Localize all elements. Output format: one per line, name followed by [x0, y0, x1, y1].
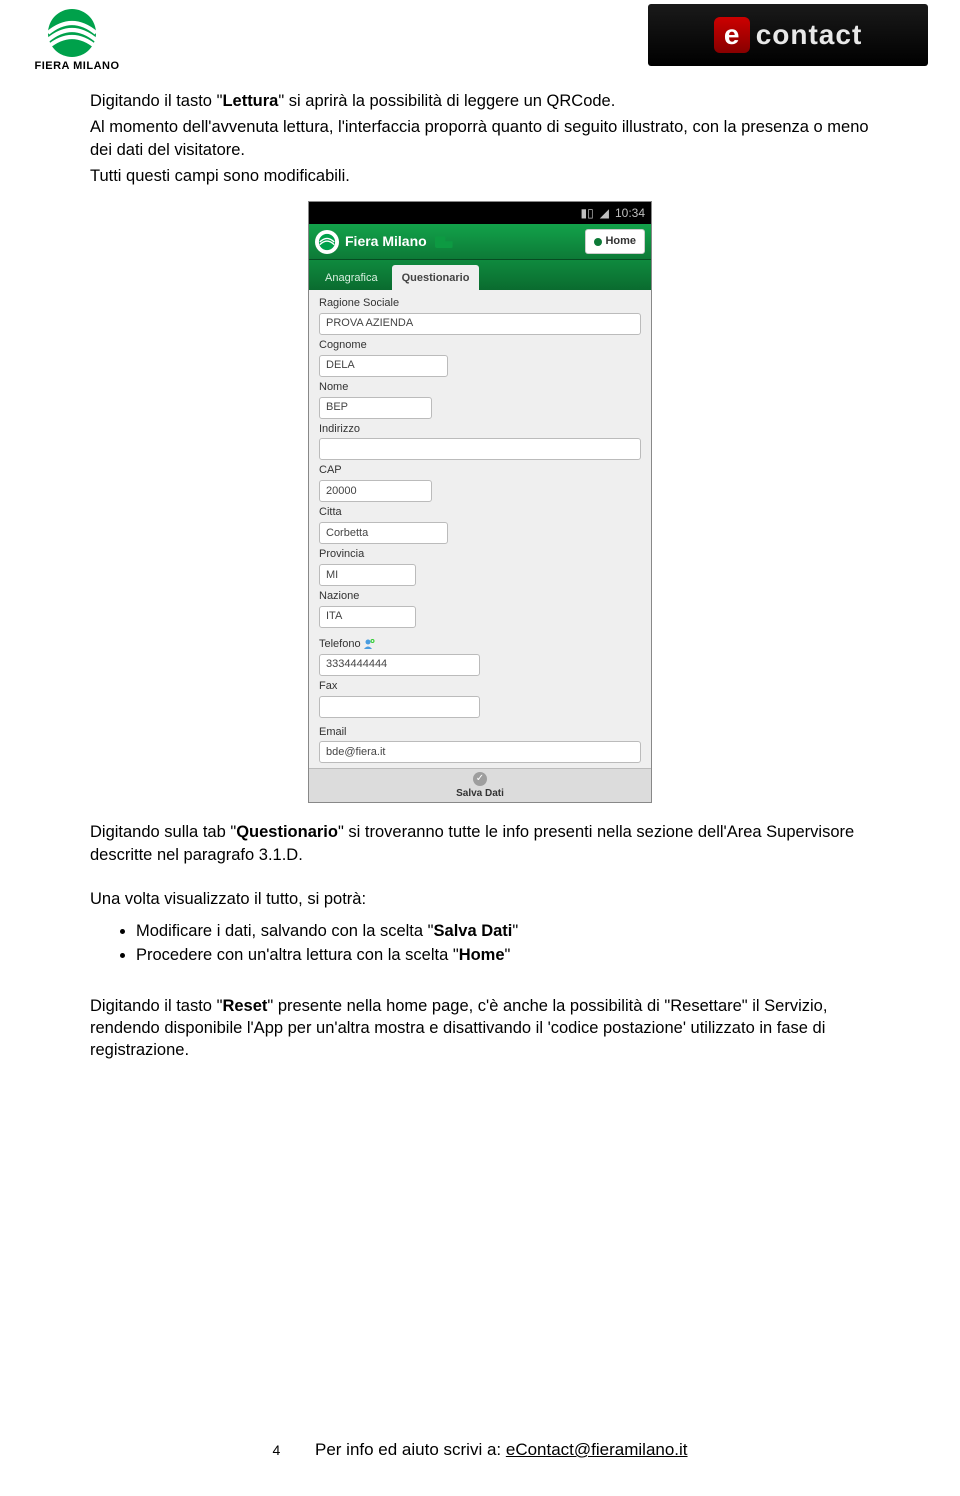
input-indirizzo[interactable]	[319, 438, 641, 460]
input-fax[interactable]	[319, 696, 480, 718]
tab-bar: Anagrafica Questionario	[309, 260, 651, 290]
field-email: Email bde@fiera.it	[319, 725, 641, 764]
home-dot-icon	[594, 238, 602, 246]
fiera-milano-text: FIERA MILANO	[32, 60, 122, 72]
econtact-logo: e contact	[648, 4, 928, 66]
field-telefono: Telefono 3334444444	[319, 637, 641, 676]
paragraph-6: Digitando il tasto "Reset" presente nell…	[90, 995, 870, 1062]
page-number: 4	[272, 1442, 280, 1458]
tab-anagrafica[interactable]: Anagrafica	[315, 265, 388, 290]
input-telefono[interactable]: 3334444444	[319, 654, 480, 676]
input-ragione-sociale[interactable]: PROVA AZIENDA	[319, 313, 641, 335]
econtact-wordmark: contact	[756, 19, 863, 51]
bullet-list: Modificare i dati, salvando con la scelt…	[136, 920, 870, 967]
fiera-swirl-icon	[32, 8, 112, 58]
status-time: 10:34	[615, 205, 645, 221]
paragraph-2: Al momento dell'avvenuta lettura, l'inte…	[90, 116, 870, 161]
phone-screenshot: ▮▯ ◢ 10:34 Fiera Milano Home Anagrafica …	[308, 201, 652, 803]
input-citta[interactable]: Corbetta	[319, 522, 448, 544]
field-fax: Fax	[319, 679, 641, 718]
app-header: Fiera Milano Home	[309, 224, 651, 260]
input-provincia[interactable]: MI	[319, 564, 416, 586]
document-body: Digitando il tasto "Lettura" si aprirà l…	[0, 90, 960, 1061]
paragraph-5: Una volta visualizzato il tutto, si potr…	[90, 888, 870, 910]
app-icon	[315, 230, 339, 254]
page-footer: 4 Per info ed aiuto scrivi a: eContact@f…	[0, 1440, 960, 1460]
footer-email: eContact@fieramilano.it	[506, 1440, 688, 1459]
field-nazione: Nazione ITA	[319, 589, 641, 628]
field-nome: Nome BEP	[319, 380, 641, 419]
wifi-icon	[435, 236, 453, 248]
field-indirizzo: Indirizzo	[319, 422, 641, 461]
field-ragione-sociale: Ragione Sociale PROVA AZIENDA	[319, 296, 641, 335]
android-status-bar: ▮▯ ◢ 10:34	[309, 202, 651, 224]
home-button[interactable]: Home	[585, 229, 645, 254]
add-contact-icon[interactable]	[363, 638, 375, 650]
form-area: Ragione Sociale PROVA AZIENDA Cognome DE…	[309, 290, 651, 768]
app-title: Fiera Milano	[345, 232, 579, 251]
paragraph-3: Tutti questi campi sono modificabili.	[90, 165, 870, 187]
signal-icon: ▮▯	[581, 205, 594, 221]
paragraph-1: Digitando il tasto "Lettura" si aprirà l…	[90, 90, 870, 112]
salva-dati-button[interactable]: ✓ Salva Dati	[309, 768, 651, 802]
fiera-milano-logo: FIERA MILANO	[32, 8, 122, 72]
input-cognome[interactable]: DELA	[319, 355, 448, 377]
field-cognome: Cognome DELA	[319, 338, 641, 377]
tab-questionario[interactable]: Questionario	[392, 265, 480, 290]
input-nazione[interactable]: ITA	[319, 606, 416, 628]
cell-icon: ◢	[600, 205, 609, 221]
field-provincia: Provincia MI	[319, 547, 641, 586]
field-cap: CAP 20000	[319, 463, 641, 502]
page-header: FIERA MILANO e contact	[0, 0, 960, 90]
check-icon: ✓	[473, 772, 487, 786]
input-nome[interactable]: BEP	[319, 397, 432, 419]
input-email[interactable]: bde@fiera.it	[319, 741, 641, 763]
bullet-2: Procedere con un'altra lettura con la sc…	[136, 944, 870, 966]
input-cap[interactable]: 20000	[319, 480, 432, 502]
bullet-1: Modificare i dati, salvando con la scelt…	[136, 920, 870, 942]
field-citta: Citta Corbetta	[319, 505, 641, 544]
econtact-e-icon: e	[714, 17, 750, 53]
paragraph-4: Digitando sulla tab "Questionario" si tr…	[90, 821, 870, 866]
